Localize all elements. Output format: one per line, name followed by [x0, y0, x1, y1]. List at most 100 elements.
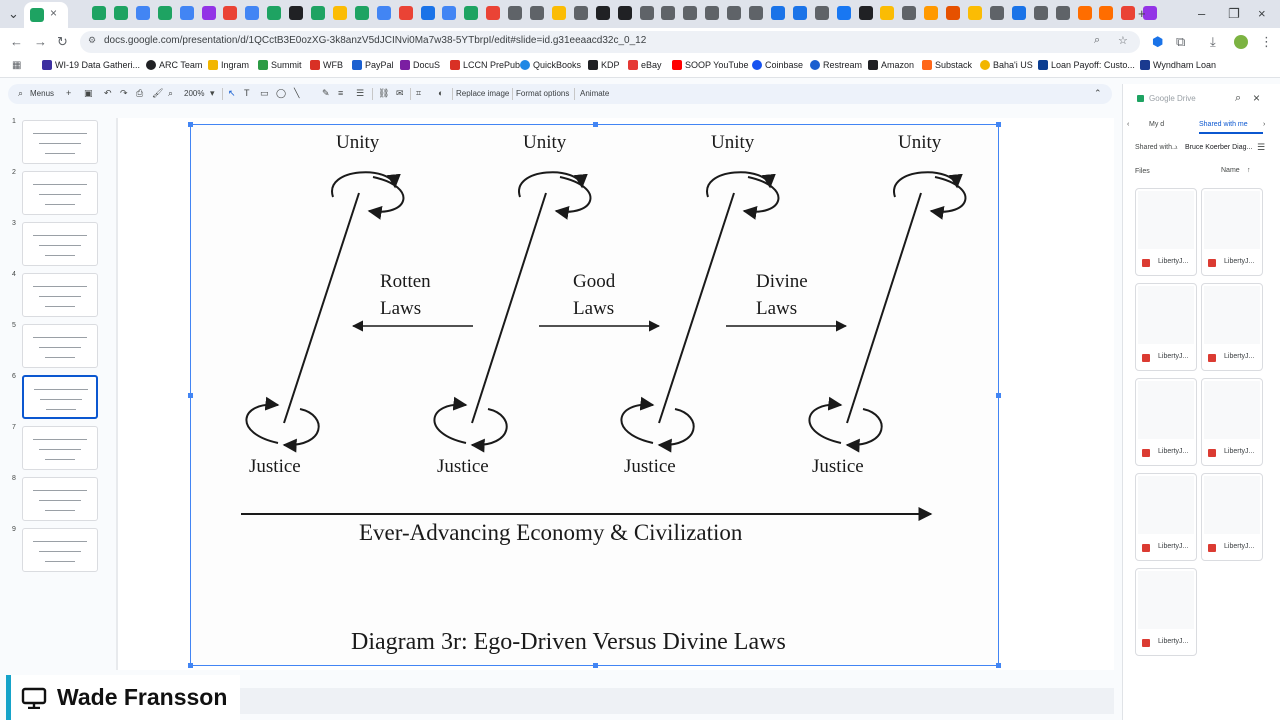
slide-thumbnail[interactable]	[22, 324, 98, 368]
insert-image-icon[interactable]: ▭	[260, 88, 269, 99]
browser-tab-favicon[interactable]	[135, 6, 150, 20]
minimize-icon[interactable]: –	[1198, 6, 1205, 21]
profile-avatar[interactable]	[1234, 35, 1248, 49]
browser-tab-favicon[interactable]	[420, 6, 435, 20]
browser-tab-favicon[interactable]	[223, 6, 238, 20]
breadcrumb-root[interactable]: Shared with...	[1135, 144, 1178, 151]
bookmark-15[interactable]: Substack	[922, 60, 972, 70]
slide-thumbnail[interactable]	[22, 120, 98, 164]
bookmark-8[interactable]: QuickBooks	[520, 60, 581, 70]
shape-icon[interactable]: ◯	[276, 88, 286, 99]
browser-tab-favicon[interactable]	[617, 6, 632, 20]
animate-button[interactable]: Animate	[580, 89, 609, 98]
browser-tab-favicon[interactable]	[530, 6, 544, 20]
browser-tab-favicon[interactable]	[727, 6, 742, 20]
drive-file-card[interactable]: LibertyJ...	[1201, 378, 1263, 466]
browser-tab-favicon[interactable]	[770, 6, 785, 20]
redo-icon[interactable]: ↷	[120, 88, 128, 99]
extensions-puzzle-icon[interactable]: ⧉	[1176, 34, 1185, 50]
bookmark-7[interactable]: LCCN PrePub	[450, 60, 520, 70]
browser-tab-favicon[interactable]	[201, 6, 216, 20]
zoom-select[interactable]: 200%	[184, 89, 204, 98]
tab-scroll-right-icon[interactable]: ›	[1263, 121, 1265, 128]
site-info-icon[interactable]: ⚙	[88, 35, 96, 46]
browser-tab-favicon[interactable]	[880, 6, 895, 20]
bookmark-14[interactable]: Amazon	[868, 60, 914, 70]
select-tool-icon[interactable]: ↖	[228, 88, 236, 99]
browser-tab-favicon[interactable]	[179, 6, 194, 20]
bookmark-9[interactable]: KDP	[588, 60, 620, 70]
browser-tab-favicon[interactable]	[1121, 6, 1136, 20]
bookmark-16[interactable]: Baha'i US	[980, 60, 1033, 70]
browser-tab-favicon[interactable]	[858, 6, 873, 20]
reload-icon[interactable]: ↻	[57, 34, 68, 50]
drive-file-card[interactable]: LibertyJ...	[1201, 473, 1263, 561]
paint-format-icon[interactable]: 🖌	[152, 88, 163, 99]
browser-tab-favicon[interactable]	[486, 6, 501, 20]
browser-tab-favicon[interactable]	[354, 6, 369, 20]
tab-search-icon[interactable]: ⌄	[8, 6, 19, 22]
slide-thumbnail[interactable]	[22, 477, 98, 521]
pen-icon[interactable]: ✎	[322, 88, 330, 99]
drive-file-card[interactable]: LibertyJ...	[1201, 188, 1263, 276]
drive-file-card[interactable]: LibertyJ...	[1201, 283, 1263, 371]
address-bar[interactable]: ⚙ docs.google.com/presentation/d/1QCctB3…	[80, 31, 1140, 53]
slide-thumbnail[interactable]	[22, 222, 98, 266]
bookmark-6[interactable]: DocuS	[400, 60, 440, 70]
browser-tab-favicon[interactable]	[398, 6, 413, 20]
slide-thumbnail[interactable]	[22, 426, 98, 470]
browser-tab-favicon[interactable]	[311, 6, 325, 20]
bookmark-17[interactable]: Loan Payoff: Custo...	[1038, 60, 1135, 70]
bookmark-11[interactable]: SOOP YouTube	[672, 60, 749, 70]
bookmark-1[interactable]: ARC Team	[146, 60, 202, 70]
slide-thumbnail[interactable]	[22, 528, 98, 572]
browser-tab-favicon[interactable]	[1011, 6, 1026, 20]
menus-search[interactable]: Menus	[30, 89, 54, 98]
browser-tab-favicon[interactable]	[705, 6, 720, 20]
browser-tab-favicon[interactable]	[946, 6, 961, 20]
bookmark-4[interactable]: WFB	[310, 60, 343, 70]
browser-tab-favicon[interactable]	[683, 6, 698, 20]
selected-diagram-image[interactable]: Unity Unity Unity Unity Justice Justice …	[188, 122, 1001, 668]
drive-close-icon[interactable]: ×	[1253, 91, 1260, 105]
print-icon[interactable]: ⎙	[136, 88, 143, 99]
list-view-icon[interactable]: ☰	[1257, 142, 1265, 153]
url-text[interactable]: docs.google.com/presentation/d/1QCctB3E0…	[104, 35, 646, 46]
browser-tab-favicon[interactable]	[157, 6, 172, 20]
browser-tab-favicon[interactable]	[1055, 6, 1070, 20]
drive-file-card[interactable]: LibertyJ...	[1135, 378, 1197, 466]
slide-thumbnail[interactable]	[22, 171, 98, 215]
sort-arrow-icon[interactable]: ↑	[1247, 167, 1251, 174]
browser-tab-favicon[interactable]	[1077, 6, 1092, 20]
window-close-icon[interactable]: ×	[1258, 6, 1266, 21]
browser-tab-favicon[interactable]	[902, 6, 917, 20]
browser-tab-favicon[interactable]	[267, 6, 282, 20]
bookmark-0[interactable]: WI-19 Data Gatheri...	[42, 60, 140, 70]
browser-menu-icon[interactable]: ⋮	[1260, 34, 1273, 50]
border-weight-icon[interactable]: ≡	[338, 88, 343, 98]
browser-tab-favicon[interactable]	[289, 6, 304, 20]
browser-tab-favicon[interactable]	[92, 6, 106, 20]
speaker-notes-strip[interactable]	[240, 688, 1114, 714]
bookmark-12[interactable]: Coinbase	[752, 60, 803, 70]
zoom-tool-icon[interactable]: ⌕	[168, 88, 173, 99]
bookmark-13[interactable]: Restream	[810, 60, 862, 70]
sort-by-name[interactable]: Name	[1221, 167, 1240, 174]
bookmark-10[interactable]: eBay	[628, 60, 662, 70]
mask-image-icon[interactable]: ◐	[438, 88, 443, 98]
browser-tab-favicon[interactable]	[924, 6, 939, 20]
undo-icon[interactable]: ↶	[104, 88, 112, 99]
browser-tab-favicon[interactable]	[332, 6, 347, 20]
bookmark-18[interactable]: Wyndham Loan	[1140, 60, 1216, 70]
close-tab-icon[interactable]: ×	[50, 6, 57, 20]
browser-tab-favicon[interactable]	[989, 6, 1004, 20]
browser-tab-favicon[interactable]	[814, 6, 829, 20]
active-tab[interactable]: ×	[24, 2, 68, 28]
browser-tab-favicon[interactable]	[749, 6, 763, 20]
format-options-button[interactable]: Format options	[516, 89, 569, 98]
bookmark-2[interactable]: Ingram	[208, 60, 249, 70]
drive-file-card[interactable]: LibertyJ...	[1135, 568, 1197, 656]
crop-icon[interactable]: ⌗	[416, 88, 421, 99]
link-icon[interactable]: ⛓	[378, 88, 389, 99]
browser-tab-favicon[interactable]	[508, 6, 523, 20]
